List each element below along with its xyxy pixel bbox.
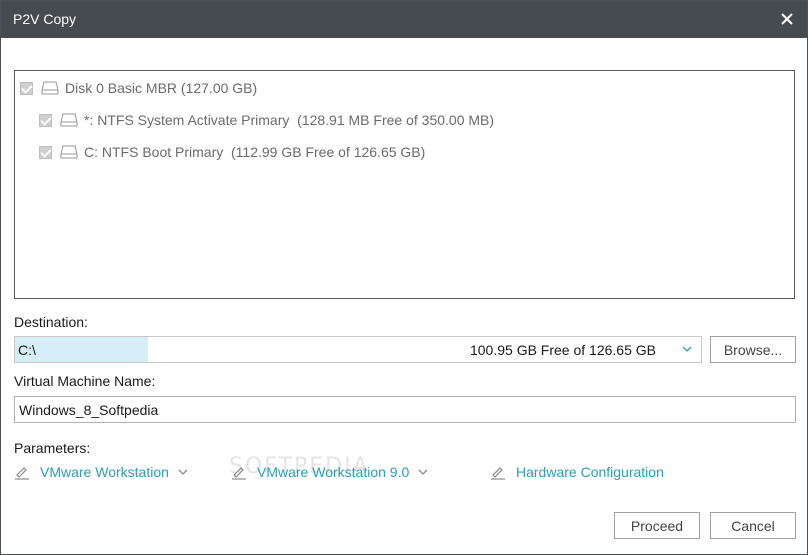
chevron-down-icon[interactable] (681, 343, 693, 355)
tree-item-disk0[interactable]: Disk 0 Basic MBR (127.00 GB) (20, 77, 257, 99)
partition-drive-icon (60, 113, 78, 127)
param-vmware-version[interactable]: VMware Workstation 9.0 (231, 462, 429, 482)
chevron-down-icon[interactable] (417, 466, 429, 478)
tree-item-partition-c[interactable]: C: NTFS Boot Primary (112.99 GB Free of … (39, 141, 425, 163)
param-hardware-configuration[interactable]: Hardware Configuration (490, 462, 664, 482)
partition-system-label: *: NTFS System Activate Primary (128.91 … (84, 112, 495, 128)
browse-button[interactable]: Browse... (710, 336, 796, 363)
title-bar: P2V Copy (1, 1, 807, 38)
chevron-down-icon[interactable] (177, 466, 189, 478)
partition-c-label: C: NTFS Boot Primary (112.99 GB Free of … (84, 144, 426, 160)
parameters-label: Parameters: (14, 440, 91, 456)
p2v-copy-dialog: P2V Copy Disk 0 Basic MBR (127.00 GB) *:… (0, 0, 808, 555)
param-vmware-workstation[interactable]: VMware Workstation (14, 462, 189, 482)
partition-drive-icon (60, 145, 78, 159)
partition-c-checkbox[interactable] (39, 145, 52, 159)
param-vmware-workstation-label: VMware Workstation (40, 464, 169, 480)
vm-name-input[interactable] (14, 396, 796, 423)
edit-icon (15, 467, 29, 480)
disk0-checkbox[interactable] (20, 81, 33, 95)
param-hardware-configuration-label: Hardware Configuration (516, 464, 664, 480)
edit-icon (232, 467, 246, 480)
disk-tree: Disk 0 Basic MBR (127.00 GB) *: NTFS Sys… (14, 70, 795, 299)
destination-value: C:\ (18, 342, 36, 358)
close-icon[interactable] (777, 9, 797, 29)
destination-dropdown[interactable]: C:\ 100.95 GB Free of 126.65 GB (14, 336, 702, 363)
destination-label: Destination: (14, 314, 88, 330)
vm-name-label: Virtual Machine Name: (14, 373, 156, 389)
cancel-button[interactable]: Cancel (710, 512, 796, 539)
param-vmware-version-label: VMware Workstation 9.0 (257, 464, 410, 480)
disk-drive-icon (41, 81, 59, 95)
edit-icon (491, 467, 505, 480)
partition-system-checkbox[interactable] (39, 113, 52, 127)
tree-item-partition-system[interactable]: *: NTFS System Activate Primary (128.91 … (39, 109, 494, 131)
disk0-label: Disk 0 Basic MBR (127.00 GB) (65, 80, 258, 96)
destination-free-space: 100.95 GB Free of 126.65 GB (469, 342, 656, 358)
proceed-button[interactable]: Proceed (614, 512, 700, 539)
dialog-title: P2V Copy (13, 11, 77, 27)
